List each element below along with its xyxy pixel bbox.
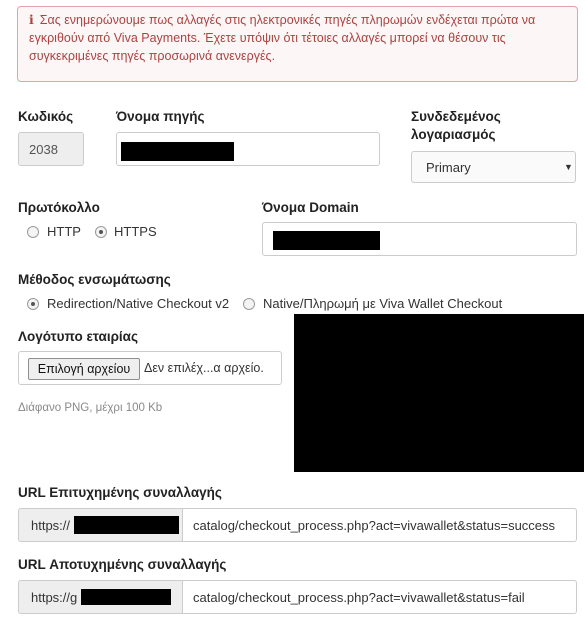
integration-redirection-radio[interactable] bbox=[27, 298, 39, 310]
code-label: Κωδικός bbox=[18, 109, 74, 124]
redacted-fail-host bbox=[81, 589, 171, 605]
integration-redirection-label: Redirection/Native Checkout v2 bbox=[47, 296, 230, 311]
linked-account-label-2: λογαριασμός bbox=[411, 127, 496, 142]
fail-url-suffix: catalog/checkout_process.php?act=vivawal… bbox=[193, 590, 525, 605]
logo-help-text: Διάφανο PNG, μέχρι 100 Kb bbox=[18, 402, 163, 414]
success-url-prefix-text: https:// bbox=[31, 518, 71, 533]
info-icon: i bbox=[29, 12, 34, 27]
redacted-source-name bbox=[121, 142, 234, 161]
protocol-http-radio[interactable] bbox=[27, 226, 39, 238]
no-file-text: Δεν επιλέχ...α αρχείο. bbox=[144, 361, 264, 375]
success-url-prefix: https:// bbox=[18, 508, 182, 542]
linked-account-select[interactable]: Primary ▼ bbox=[411, 151, 576, 183]
domain-label: Όνομα Domain bbox=[262, 200, 359, 215]
success-url-suffix: catalog/checkout_process.php?act=vivawal… bbox=[193, 518, 556, 533]
redacted-logo-preview bbox=[294, 314, 584, 472]
logo-label: Λογότυπο εταιρίας bbox=[18, 329, 138, 344]
redacted-success-host bbox=[74, 516, 179, 534]
protocol-https-radio[interactable] bbox=[95, 226, 107, 238]
protocol-https-label: HTTPS bbox=[114, 224, 157, 239]
protocol-http-label: HTTP bbox=[47, 224, 81, 239]
integration-native-radio[interactable] bbox=[243, 298, 255, 310]
chevron-down-icon: ▼ bbox=[564, 162, 573, 172]
source-name-label: Όνομα πηγής bbox=[116, 109, 205, 124]
fail-url-prefix: https://g bbox=[18, 580, 182, 614]
logo-file-input[interactable]: Επιλογή αρχείου Δεν επιλέχ...α αρχείο. bbox=[18, 351, 282, 385]
domain-input[interactable] bbox=[262, 222, 577, 256]
fail-url-input[interactable]: catalog/checkout_process.php?act=vivawal… bbox=[182, 580, 577, 614]
alert-text: Σας ενημερώνουμε πως αλλαγές στις ηλεκτρ… bbox=[29, 13, 536, 63]
success-url-label: URL Επιτυχημένης συναλλαγής bbox=[18, 485, 222, 500]
linked-account-label-1: Συνδεδεμένος bbox=[411, 109, 501, 124]
integration-label: Μέθοδος ενσωμάτωσης bbox=[18, 272, 171, 287]
source-name-input[interactable] bbox=[116, 132, 380, 166]
linked-account-value: Primary bbox=[426, 160, 471, 175]
success-url-input[interactable]: catalog/checkout_process.php?act=vivawal… bbox=[182, 508, 577, 542]
redacted-domain bbox=[273, 231, 380, 250]
integration-native-label: Native/Πληρωμή με Viva Wallet Checkout bbox=[263, 296, 503, 311]
code-field: 2038 bbox=[18, 132, 84, 166]
protocol-label: Πρωτόκολλο bbox=[18, 200, 100, 215]
fail-url-prefix-text: https://g bbox=[31, 590, 78, 605]
fail-url-label: URL Αποτυχημένης συναλλαγής bbox=[18, 557, 227, 572]
code-value: 2038 bbox=[29, 142, 58, 157]
choose-file-button[interactable]: Επιλογή αρχείου bbox=[28, 358, 140, 380]
alert-message: i Σας ενημερώνουμε πως αλλαγές στις ηλεκτ… bbox=[29, 11, 556, 65]
